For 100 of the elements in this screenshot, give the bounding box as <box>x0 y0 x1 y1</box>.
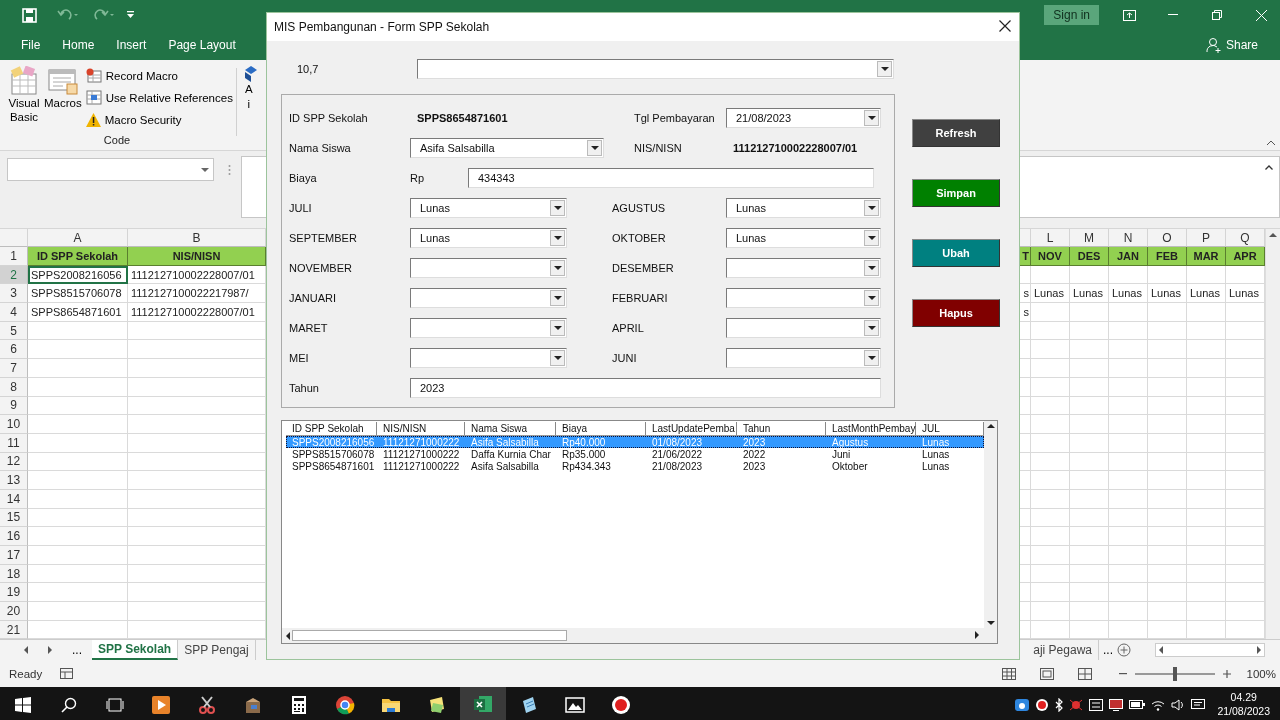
fee-field[interactable]: 434343 <box>468 168 874 188</box>
clock-date[interactable]: 21/08/2023 <box>1217 704 1270 718</box>
macro-command-button[interactable]: Macro Security <box>85 110 233 129</box>
empty-cell <box>1148 340 1187 360</box>
spreadsheet-icon <box>473 693 493 714</box>
ribbon-tab[interactable]: Page Layout <box>157 30 247 60</box>
customize-icon[interactable] <box>127 11 134 19</box>
empty-cell <box>1031 359 1070 378</box>
row-header[interactable]: 16 <box>0 527 28 546</box>
vertical-scrollbar[interactable] <box>984 421 997 628</box>
save-icon[interactable] <box>22 7 37 23</box>
horizontal-scrollbar[interactable] <box>1155 643 1265 657</box>
list-column-header[interactable]: LastUpdatePemba <box>646 422 737 435</box>
dropdown-field[interactable]: Lunas <box>726 198 881 218</box>
empty-cell <box>1187 321 1226 341</box>
list-column-header[interactable]: Tahun <box>737 422 826 435</box>
settings-icon[interactable] <box>1089 698 1104 711</box>
bluetooth-icon[interactable] <box>1055 697 1064 712</box>
redo-icon[interactable] <box>93 9 115 21</box>
row-header[interactable]: 10 <box>0 415 28 434</box>
column-header[interactable]: L <box>1031 229 1070 247</box>
restore-icon[interactable] <box>1212 10 1222 20</box>
action-button[interactable]: Ubah <box>912 239 1000 267</box>
bug-icon[interactable] <box>1069 697 1084 712</box>
ribbon-display-icon[interactable] <box>1123 9 1136 21</box>
macros-button[interactable]: Macros <box>44 64 82 134</box>
dropdown-field[interactable]: Asifa Salsabilla <box>410 138 604 158</box>
row-header[interactable]: 7 <box>0 359 28 378</box>
speaker-icon[interactable] <box>1171 698 1186 711</box>
column-header[interactable]: N <box>1109 229 1148 247</box>
ribbon-tab[interactable]: Insert <box>105 30 158 60</box>
macro-command-button[interactable]: Use Relative References <box>85 88 233 107</box>
vertical-scrollbar[interactable] <box>1265 229 1280 639</box>
normal-view-icon[interactable] <box>1001 667 1016 680</box>
list-row[interactable]: SPPS8654871601 11121271000222 Asifa Salsabilla Rp434.343 21/08/2023 2023 Oktober Lunas <box>286 460 984 472</box>
collapse-icon[interactable] <box>1265 165 1273 170</box>
slider-thumb[interactable] <box>1172 666 1177 681</box>
column-header[interactable]: P <box>1187 229 1226 247</box>
dropdown-arrow-icon <box>867 116 876 120</box>
sheet-tab[interactable]: SPP Sekolah <box>92 640 179 660</box>
list-column-header[interactable]: Nama Siswa <box>465 422 556 435</box>
minimize-icon[interactable] <box>1168 14 1178 16</box>
wifi-icon[interactable] <box>1151 698 1166 711</box>
list-column-header[interactable]: Biaya <box>556 422 646 435</box>
list-column-header[interactable]: NIS/NISN <box>377 422 465 435</box>
row-header[interactable]: 20 <box>0 602 28 621</box>
sign-in-button[interactable]: Sign in <box>1044 5 1099 25</box>
list-row[interactable]: SPPS8515706078 11121271000222 Daffa Kurnia Char Rp35.000 21/06/2022 2022 Juni Lunas <box>286 448 984 460</box>
cloud-icon[interactable] <box>1015 698 1030 711</box>
list-cell-text: Oktober <box>831 460 869 472</box>
ribbon-tab[interactable]: Home <box>51 30 106 60</box>
more-sheets-button[interactable]: ... <box>1099 643 1117 657</box>
notification-icon[interactable] <box>1191 698 1206 711</box>
display-icon[interactable] <box>1109 698 1124 711</box>
empty-cell <box>1031 508 1070 528</box>
empty-cell <box>1031 377 1070 397</box>
undo-icon[interactable] <box>57 9 79 21</box>
action-button[interactable]: Simpan <box>912 179 1000 207</box>
column-header[interactable]: Q <box>1226 229 1265 247</box>
row-header[interactable]: 19 <box>0 583 28 603</box>
zoom-level[interactable]: 100% <box>1246 667 1276 680</box>
zoom-in-icon[interactable] <box>1222 669 1231 678</box>
dropdown-field[interactable]: 21/08/2023 <box>726 108 881 128</box>
records-list[interactable] <box>281 420 998 644</box>
row-header[interactable]: 4 <box>0 303 28 322</box>
page-break-icon[interactable] <box>1077 667 1092 680</box>
column-header[interactable]: O <box>1148 229 1187 247</box>
row-header[interactable]: 13 <box>0 471 28 490</box>
row-header[interactable]: 3 <box>0 284 28 304</box>
dropdown-field[interactable]: Lunas <box>410 198 567 218</box>
list-column-header[interactable]: ID SPP Sekolah <box>286 422 377 435</box>
zoom-out-icon[interactable] <box>1118 672 1127 675</box>
page-layout-icon[interactable] <box>1039 667 1054 680</box>
row-header[interactable]: 17 <box>0 546 28 565</box>
column-header[interactable]: A <box>28 229 128 247</box>
list-column-header[interactable]: LastMonthPembay <box>826 422 916 435</box>
visual-basic-button[interactable]: Visual Basic <box>8 64 40 134</box>
add-sheet-icon[interactable] <box>1117 643 1131 657</box>
row-header[interactable]: 6 <box>0 340 28 360</box>
year-field[interactable]: 2023 <box>410 378 881 398</box>
column-header[interactable]: B <box>128 229 266 247</box>
share-button[interactable]: Share <box>1199 36 1264 54</box>
dropdown-field[interactable]: Lunas <box>726 228 881 248</box>
more-sheets-button[interactable]: ... <box>62 643 92 657</box>
list-cell-text: Juni <box>831 448 852 460</box>
column-header[interactable]: M <box>1070 229 1109 247</box>
macro-record-icon[interactable] <box>60 668 74 679</box>
ribbon-tab[interactable]: File <box>10 30 52 60</box>
action-button[interactable]: Refresh <box>912 119 1000 147</box>
battery-icon[interactable] <box>1129 700 1146 709</box>
record-icon[interactable] <box>1035 697 1050 712</box>
collapse-icon[interactable] <box>1266 140 1276 146</box>
dropdown-field[interactable]: Lunas <box>410 228 567 248</box>
add-ins-button[interactable]: A i <box>243 60 257 150</box>
action-button[interactable]: Hapus <box>912 299 1000 327</box>
macro-command-button[interactable]: Record Macro <box>85 66 233 85</box>
clock-time[interactable]: 04.29 <box>1230 691 1257 705</box>
row-header[interactable]: 1 <box>0 247 28 266</box>
close-icon[interactable] <box>1256 9 1267 21</box>
horizontal-scrollbar[interactable] <box>282 628 997 643</box>
